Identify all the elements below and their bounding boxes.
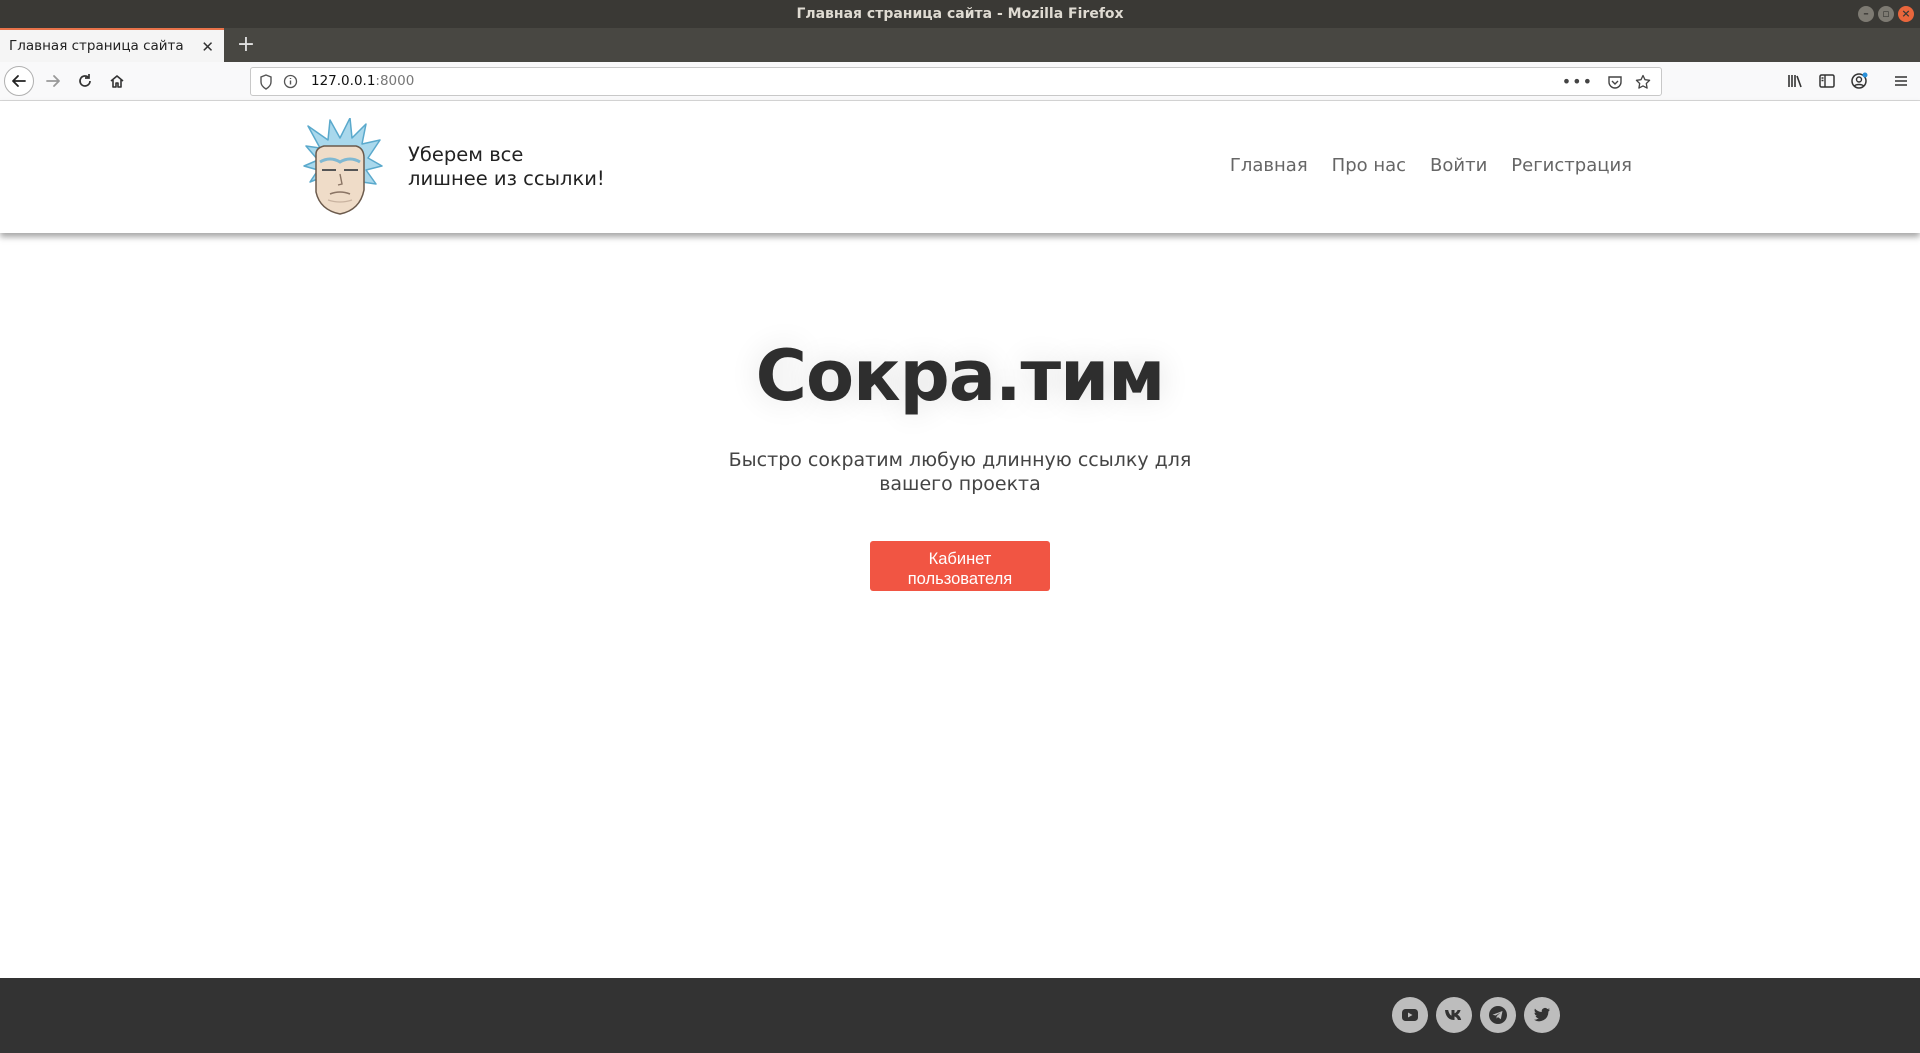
url-text: 127.0.0.1:8000 [311, 73, 415, 89]
window-title: Главная страница сайта - Mozilla Firefox [796, 6, 1124, 22]
tab-strip: Главная страница сайта ✕ + [0, 28, 1920, 62]
window-titlebar: Главная страница сайта - Mozilla Firefox… [0, 0, 1920, 28]
home-icon[interactable] [102, 66, 132, 96]
menu-icon[interactable] [1886, 66, 1916, 96]
window-controls: – ▫ × [1858, 6, 1914, 22]
close-icon[interactable]: × [1898, 6, 1914, 22]
cta-label-line-1: Кабинет [928, 549, 992, 568]
tab-active[interactable]: Главная страница сайта ✕ [0, 28, 224, 62]
nav-link-register[interactable]: Регистрация [1511, 155, 1632, 176]
vk-icon[interactable] [1436, 997, 1472, 1033]
logo-rick-face-icon[interactable] [300, 117, 384, 218]
user-cabinet-button[interactable]: Кабинет пользователя [870, 541, 1050, 591]
hero-subtitle: Быстро сократим любую длинную ссылку для… [0, 448, 1920, 496]
star-icon[interactable] [1635, 74, 1651, 90]
more-icon[interactable]: ••• [1562, 72, 1593, 91]
hero-subtitle-line-1: Быстро сократим любую длинную ссылку для [728, 449, 1192, 471]
reload-icon[interactable] [70, 66, 100, 96]
nav-link-about[interactable]: Про нас [1332, 155, 1406, 176]
site-header: Уберем все лишнее из ссылки! Главная Про… [0, 101, 1920, 233]
back-arrow-icon[interactable] [4, 66, 34, 96]
library-icon[interactable] [1780, 66, 1810, 96]
telegram-icon[interactable] [1480, 997, 1516, 1033]
account-icon[interactable] [1844, 66, 1874, 96]
maximize-icon[interactable]: ▫ [1878, 6, 1894, 22]
minimize-icon[interactable]: – [1858, 6, 1874, 22]
cta-label-line-2: пользователя [907, 569, 1013, 588]
info-icon[interactable] [283, 74, 298, 89]
hero-title: Сокра.тим [755, 335, 1166, 417]
new-tab-plus-icon[interactable]: + [232, 31, 260, 59]
navigation-toolbar: 127.0.0.1:8000 ••• [0, 62, 1920, 101]
shield-icon[interactable] [259, 74, 273, 90]
brand-line-1: Уберем все [408, 143, 524, 166]
brand-line-2: лишнее из ссылки! [408, 167, 605, 190]
forward-arrow-icon[interactable] [38, 66, 68, 96]
nav-link-home[interactable]: Главная [1230, 155, 1308, 176]
social-links [1392, 997, 1560, 1033]
sidebar-icon[interactable] [1812, 66, 1842, 96]
tab-title: Главная страница сайта [9, 38, 184, 54]
site-nav: Главная Про нас Войти Регистрация [1230, 155, 1632, 176]
youtube-icon[interactable] [1392, 997, 1428, 1033]
twitter-icon[interactable] [1524, 997, 1560, 1033]
brand-tagline: Уберем все лишнее из ссылки! [408, 143, 605, 191]
hero-subtitle-line-2: вашего проекта [879, 473, 1041, 495]
tab-close-icon[interactable]: ✕ [201, 38, 214, 56]
pocket-icon[interactable] [1607, 74, 1623, 90]
site-footer [0, 978, 1920, 1053]
nav-link-login[interactable]: Войти [1430, 155, 1487, 176]
url-bar[interactable]: 127.0.0.1:8000 ••• [250, 67, 1662, 96]
